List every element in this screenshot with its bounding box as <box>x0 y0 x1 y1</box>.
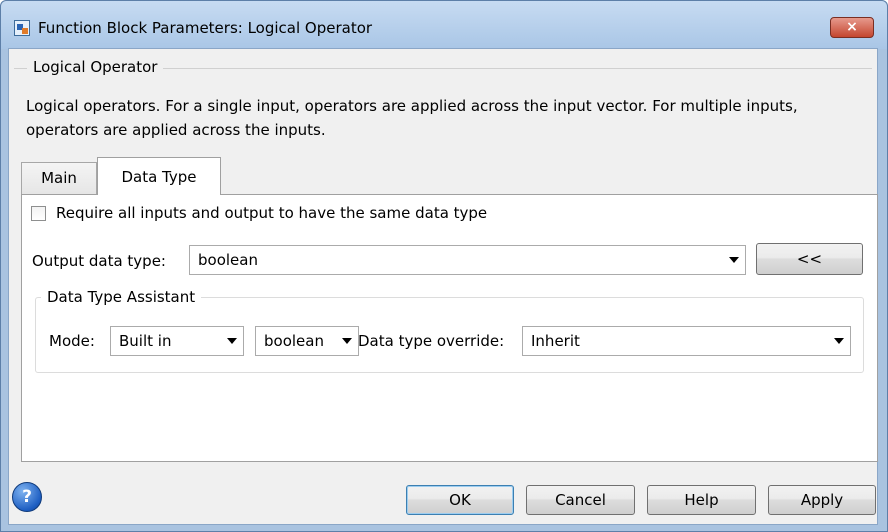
tab-main[interactable]: Main <box>21 162 97 194</box>
mode-label: Mode: <box>49 332 95 350</box>
block-group-title: Logical Operator <box>27 58 164 76</box>
apply-button[interactable]: Apply <box>768 485 876 515</box>
cancel-button[interactable]: Cancel <box>526 485 635 515</box>
help-button[interactable]: Help <box>647 485 756 515</box>
tab-data-type[interactable]: Data Type <box>97 157 221 195</box>
data-type-override-label: Data type override: <box>358 332 505 350</box>
mode-value: Built in <box>119 332 172 350</box>
title-bar[interactable]: Function Block Parameters: Logical Opera… <box>1 1 887 49</box>
block-description: Logical operators. For a single input, o… <box>26 97 798 139</box>
ok-button[interactable]: OK <box>406 485 514 515</box>
window-title: Function Block Parameters: Logical Opera… <box>38 19 373 37</box>
data-type-override-value: Inherit <box>531 332 580 350</box>
simulink-block-icon <box>14 20 30 36</box>
mode-select[interactable]: Built in <box>110 326 244 356</box>
output-data-type-value: boolean <box>198 251 258 269</box>
same-data-type-label[interactable]: Require all inputs and output to have th… <box>56 204 487 222</box>
same-data-type-checkbox[interactable] <box>31 206 46 221</box>
data-type-assistant-title: Data Type Assistant <box>41 288 202 306</box>
data-type-override-select[interactable]: Inherit <box>522 326 851 356</box>
close-icon: × <box>846 19 858 35</box>
chevron-down-icon[interactable] <box>227 338 237 344</box>
builtin-type-value: boolean <box>264 332 324 350</box>
hide-assistant-button[interactable]: << <box>756 243 863 275</box>
close-button[interactable]: × <box>830 17 874 38</box>
builtin-type-select[interactable]: boolean <box>255 326 359 356</box>
chevron-down-icon[interactable] <box>729 257 739 263</box>
output-data-type-combo[interactable]: boolean <box>189 245 746 275</box>
help-icon[interactable]: ? <box>12 482 42 512</box>
output-data-type-label: Output data type: <box>32 252 166 270</box>
chevron-down-icon[interactable] <box>342 338 352 344</box>
chevron-down-icon[interactable] <box>834 338 844 344</box>
